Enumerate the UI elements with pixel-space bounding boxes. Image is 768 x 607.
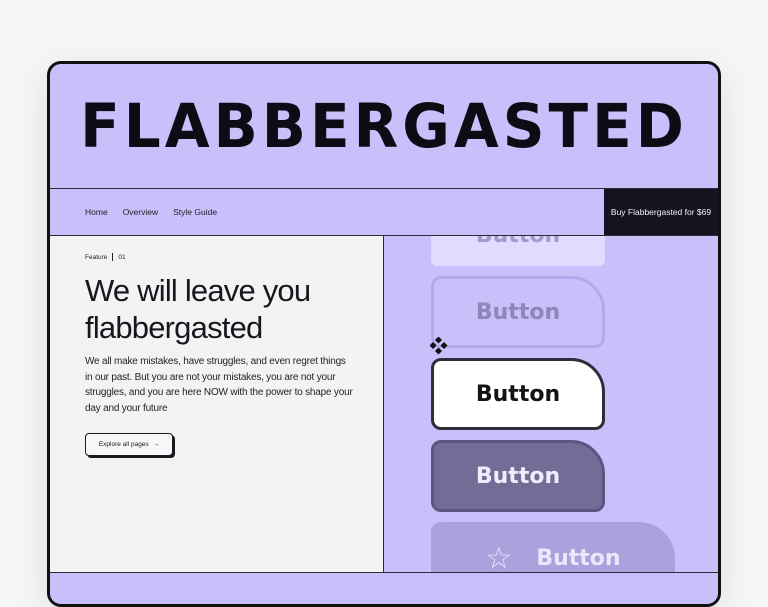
brand-title: FLABBERGASTED (80, 90, 688, 162)
feature-number: 01 (118, 253, 126, 261)
button-label: Button (475, 463, 561, 489)
component-handle-icon[interactable] (430, 337, 448, 355)
feature-label: Feature (85, 253, 108, 261)
button-label: Button (536, 545, 621, 571)
app-window: FLABBERGASTED Home Overview Style Guide … (47, 61, 721, 607)
nav-link-style-guide[interactable]: Style Guide (173, 207, 217, 217)
button-primary-variant[interactable]: Button (431, 358, 605, 430)
nav-bar: Home Overview Style Guide Buy Flabbergas… (50, 188, 718, 236)
button-label: Button (475, 299, 561, 325)
arrow-right-icon: → (152, 441, 160, 448)
brand-header: FLABBERGASTED (50, 64, 718, 188)
nav-links: Home Overview Style Guide (50, 207, 604, 217)
nav-link-home[interactable]: Home (85, 207, 108, 217)
hero-panel: Feature 01 We will leave you flabbergast… (50, 236, 384, 572)
button-icon-variant[interactable]: ☆ Button (431, 522, 675, 572)
button-label: Button (475, 381, 561, 407)
hero-body: We all make mistakes, have struggles, an… (85, 356, 353, 414)
feature-tag: Feature 01 (85, 253, 126, 261)
explore-all-pages-button[interactable]: Explore all pages → (85, 433, 173, 456)
explore-label: Explore all pages (98, 441, 149, 448)
star-icon: ☆ (485, 540, 513, 573)
bottom-bar (50, 572, 718, 604)
button-disabled-variant[interactable]: Button (431, 236, 605, 266)
button-showcase: Button Button Button Button ☆ Button (384, 236, 718, 572)
feature-divider (112, 253, 114, 261)
hero-headline: We will leave you flabbergasted (85, 273, 311, 345)
button-outline-variant[interactable]: Button (431, 276, 605, 348)
button-label: Button (476, 236, 560, 248)
nav-link-overview[interactable]: Overview (123, 207, 158, 217)
button-dark-variant[interactable]: Button (431, 440, 605, 512)
buy-button[interactable]: Buy Flabbergasted for $69 (604, 189, 718, 235)
main-content: Feature 01 We will leave you flabbergast… (50, 236, 718, 572)
